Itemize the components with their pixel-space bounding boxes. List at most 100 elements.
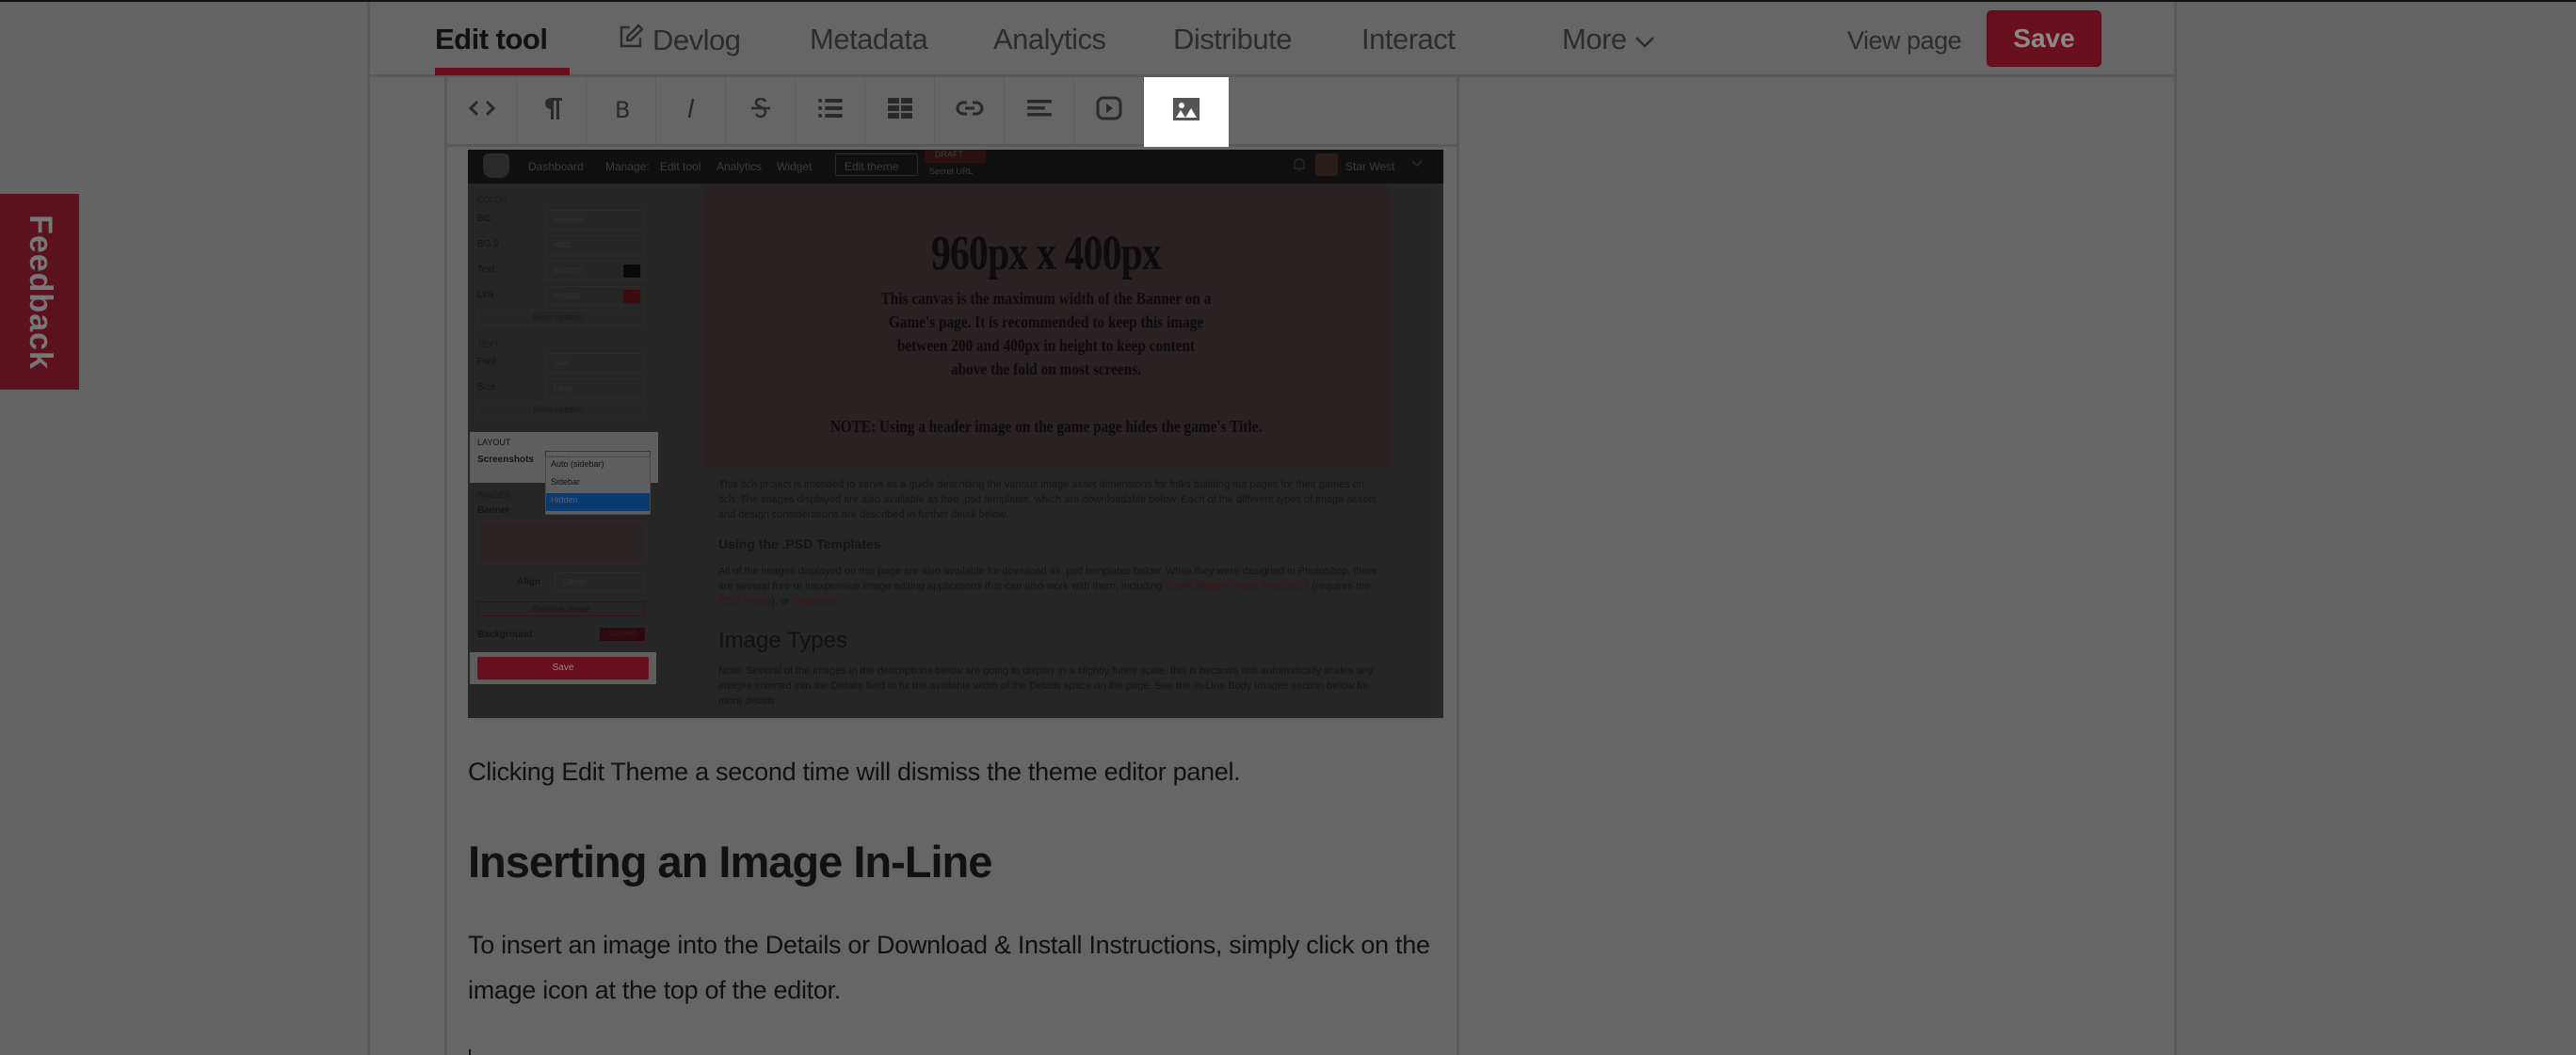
feedback-tab[interactable]: Feedback [0,194,79,390]
list-icon [815,93,845,130]
screenshot-dashboard-label: Dashboard [528,160,584,173]
embed-video-button[interactable] [1074,77,1144,145]
paragraph-format-button[interactable] [517,77,587,145]
tab-label: More [1562,23,1627,56]
screenshot-widget-label: Widget [777,160,813,173]
paragraph-dismiss-theme: Clicking Edit Theme a second time will d… [468,758,1241,786]
paragraph-insert-instructions: To insert an image into the Details or D… [468,931,1430,1004]
font-label: Font [477,357,497,367]
bg-color-input: #eeeeee [545,210,645,230]
insert-image-button[interactable] [1144,77,1229,147]
link-icon [955,93,985,130]
bold-button[interactable]: B [587,77,656,145]
tab-more[interactable]: More [1562,23,1655,56]
paintnet-link: Paint.NET [1262,581,1310,592]
gimp-link: GIMP [1165,581,1191,592]
dropdown-option: Auto (sidebar) [551,459,604,469]
screenshot-username: Star West [1345,160,1395,173]
tab-label: Edit tool [435,23,548,56]
screenshot-topbar: Dashboard Manage: Edit tool Analytics Wi… [468,150,1443,184]
italic-button[interactable] [656,77,726,145]
heading-inserting-image: Inserting an Image In-Line [468,837,992,887]
bulleted-list-button[interactable] [796,77,865,145]
screenshots-label: Screenshots [477,455,535,465]
image-icon [1171,94,1201,131]
screenshot-draft-label: DRAFT [935,150,963,159]
save-highlight: Save [470,652,656,684]
view-page-link[interactable]: View page [1847,26,1962,56]
header-nav: Edit tool Devlog Metadata Analytics Dist… [370,2,2174,77]
banner-label: Banner [477,505,510,516]
paragraph-icon [537,93,567,130]
photopea-link: Photopea [792,596,837,607]
screenshot-edit-tool-label: Edit tool [660,160,701,173]
intro-paragraph: This itch project is intended to serve a… [718,479,1377,520]
chevron-down-icon [1411,157,1423,170]
code-icon [467,93,497,130]
bg2-color-input: #ffffff [545,235,645,255]
align-icon [1024,93,1055,130]
layout-section-label: LAYOUT [477,438,511,447]
banner-note: NOTE: Using a header image on the game p… [829,417,1263,436]
link-button[interactable] [935,77,1005,145]
italic-icon [676,93,706,130]
link-color-swatch [623,290,640,303]
source-code-button[interactable] [447,77,517,145]
link-color-label: Link [477,290,495,300]
table-button[interactable] [865,77,935,145]
size-label: Size [477,382,496,392]
text-color-input: #222222 [545,261,645,280]
chevron-down-icon [1634,23,1655,56]
rich-text-editor[interactable]: B Dashboard Manage: Edit tool Analytics … [444,77,1459,1055]
align-label: Align [517,577,540,587]
tab-interact[interactable]: Interact [1361,23,1456,56]
color-section-label: COLOR [477,195,508,204]
active-tab-indicator [435,68,570,75]
font-select: Lato [545,353,645,373]
user-avatar [1315,153,1338,176]
page-container: Edit tool Devlog Metadata Analytics Dist… [367,2,2177,1055]
background-label: Background [477,630,533,640]
tab-metadata[interactable]: Metadata [810,23,928,56]
banner-thumbnail [477,520,647,564]
dropdown-option-selected: Hidden [546,493,650,511]
itch-logo-icon [483,153,509,178]
align-select: Center [555,572,645,592]
banner-title: 960px x 400px [931,227,1162,280]
bg-label: BG [477,214,491,224]
edit-icon [617,23,645,58]
link-color-input: #fa5c5c [545,286,645,306]
text-color-swatch [623,264,640,278]
bell-icon [1293,157,1306,175]
tab-label: Metadata [810,23,928,56]
affinity-link: Affinity Photo [1195,581,1257,592]
tab-label: Interact [1361,23,1456,56]
psd-plugin-link: PSD Plugin [718,596,772,607]
bold-icon: B [606,93,636,130]
screenshots-dropdown-list: Auto (sidebar) Sidebar Hidden [545,456,651,515]
tab-label: Analytics [993,23,1106,56]
upload-button: Upload [600,628,645,641]
text-cursor [469,1049,471,1055]
theme-save-button: Save [477,657,649,679]
tab-analytics[interactable]: Analytics [993,23,1106,56]
strikethrough-icon [746,93,776,130]
strikethrough-button[interactable] [726,77,796,145]
tab-edit-tool[interactable]: Edit tool [435,23,548,56]
banner-body: This canvas is the maximum width of the … [880,289,1212,378]
save-button[interactable]: Save [1987,10,2101,67]
more-options-button: More options... [477,402,645,417]
more-options-button: More options... [477,310,645,325]
tab-devlog[interactable]: Devlog [617,23,741,58]
embedded-screenshot-image[interactable]: Dashboard Manage: Edit tool Analytics Wi… [468,150,1443,718]
svg-text:B: B [615,97,630,123]
tab-label: Distribute [1173,23,1292,56]
feedback-label: Feedback [22,214,58,370]
psd-paragraph: All of the images displayed on this page… [718,566,1377,607]
screenshot-manage-label: Manage: [605,160,650,173]
psd-heading: Using the .PSD Templates [718,536,881,551]
align-button[interactable] [1005,77,1074,145]
bg2-label: BG 2 [477,239,499,249]
tab-distribute[interactable]: Distribute [1173,23,1292,56]
video-icon [1094,93,1124,130]
